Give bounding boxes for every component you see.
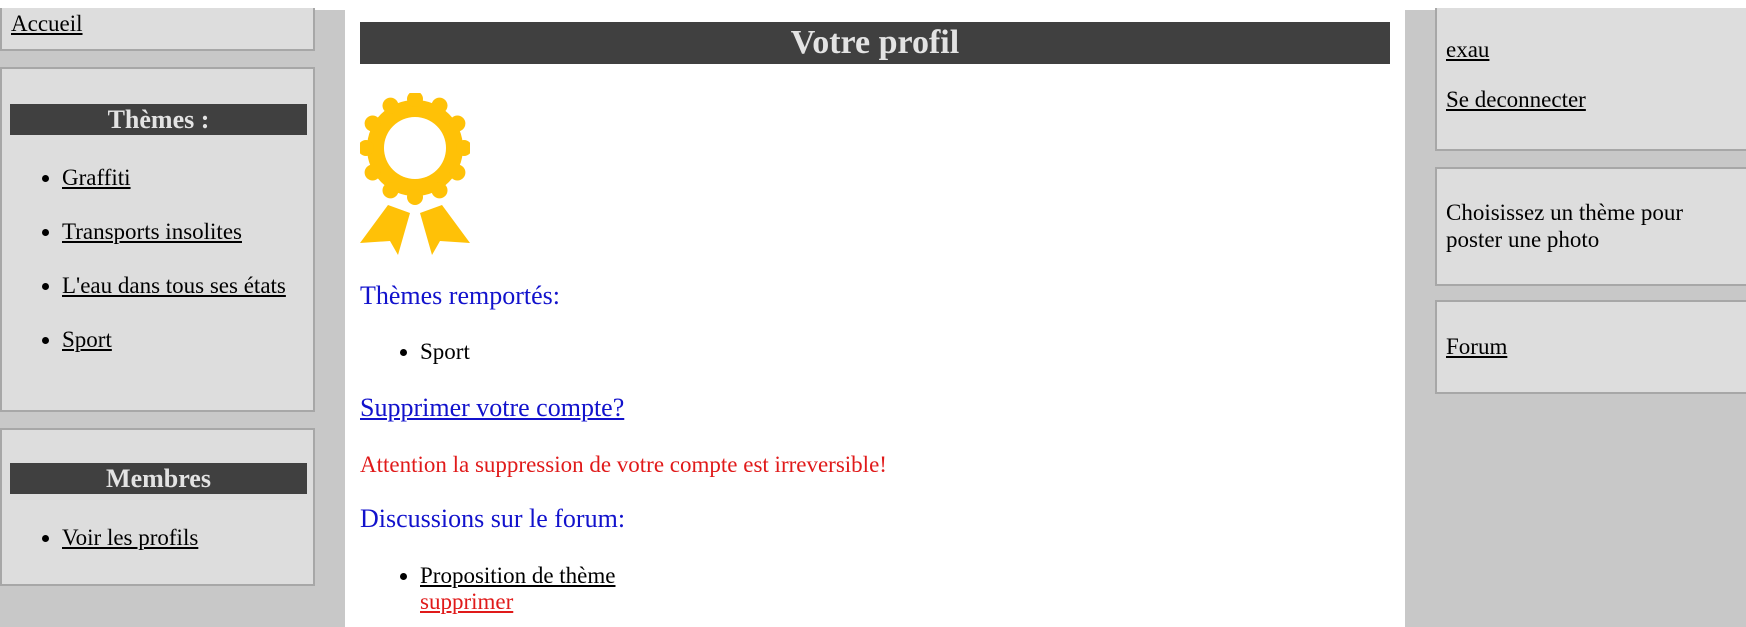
- members-title: Membres: [10, 463, 307, 494]
- choose-theme-text: Choisissez un thème pour poster une phot…: [1446, 200, 1683, 252]
- award-ribbon-icon: [360, 93, 470, 255]
- themes-box: Thèmes : Graffiti Transports insolites L…: [0, 67, 315, 412]
- members-item: Voir les profils: [62, 524, 198, 578]
- delete-account-link[interactable]: Supprimer votre compte?: [360, 393, 624, 423]
- theme-item: L'eau dans tous ses états: [62, 272, 286, 326]
- right-sidebar: exau Se deconnecter Choisissez un thème …: [1405, 8, 1746, 627]
- forum-discussion-item: Proposition de thème supprimer: [420, 563, 615, 615]
- theme-item: Transports insolites: [62, 218, 286, 272]
- won-theme-item: Sport: [420, 339, 470, 365]
- forum-box: Forum: [1435, 300, 1746, 394]
- theme-item: Sport: [62, 326, 286, 380]
- theme-item: Graffiti: [62, 164, 286, 218]
- delete-warning-text: Attention la suppression de votre compte…: [360, 452, 887, 477]
- logout-link[interactable]: Se deconnecter: [1446, 87, 1586, 113]
- members-box: Membres Voir les profils: [0, 428, 315, 586]
- theme-link-eau[interactable]: L'eau dans tous ses états: [62, 273, 286, 298]
- view-profiles-link[interactable]: Voir les profils: [62, 525, 198, 550]
- themes-title: Thèmes :: [10, 104, 307, 135]
- theme-link-sport[interactable]: Sport: [62, 327, 112, 352]
- themes-list: Graffiti Transports insolites L'eau dans…: [0, 164, 286, 380]
- delete-discussion-link[interactable]: supprimer: [420, 589, 513, 614]
- members-list: Voir les profils: [0, 524, 198, 578]
- user-box: exau Se deconnecter: [1435, 8, 1746, 151]
- discussion-link[interactable]: Proposition de thème: [420, 563, 615, 588]
- won-themes-list: Sport: [360, 339, 470, 365]
- forum-discussions-list: Proposition de thème supprimer: [360, 563, 615, 615]
- theme-link-transports[interactable]: Transports insolites: [62, 219, 242, 244]
- username-link[interactable]: exau: [1446, 37, 1489, 63]
- page-title: Votre profil: [360, 22, 1390, 64]
- forum-discussions-heading: Discussions sur le forum:: [360, 504, 626, 533]
- won-themes-heading: Thèmes remportés:: [360, 281, 560, 310]
- choose-theme-box: Choisissez un thème pour poster une phot…: [1435, 167, 1746, 286]
- forum-link[interactable]: Forum: [1446, 334, 1507, 360]
- left-sidebar: Accueil Thèmes : Graffiti Transports ins…: [0, 8, 345, 627]
- main-content: Votre profil Thèmes remportés: Sport Sup…: [345, 0, 1405, 627]
- home-link[interactable]: Accueil: [11, 11, 83, 37]
- theme-link-graffiti[interactable]: Graffiti: [62, 165, 131, 190]
- home-box: Accueil: [0, 8, 315, 51]
